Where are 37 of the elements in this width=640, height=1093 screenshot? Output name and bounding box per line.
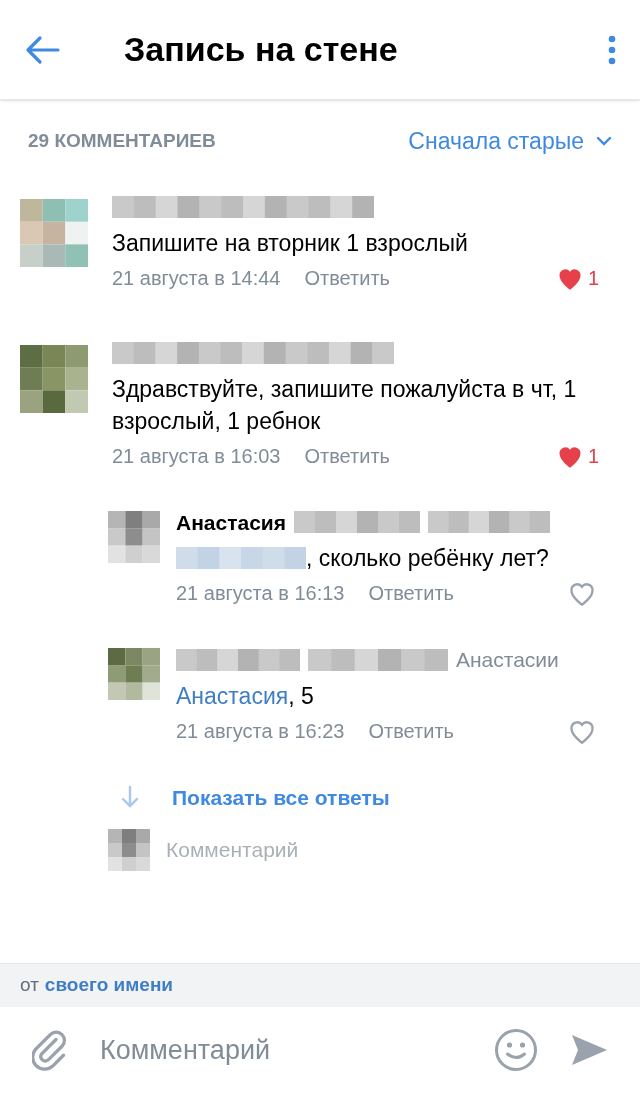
chevron-down-icon (596, 136, 612, 147)
reply-input-field[interactable]: Комментарий (166, 834, 437, 866)
avatar (20, 344, 88, 413)
comment-text: , 5 (288, 681, 314, 711)
comment-input-field[interactable]: Комментарий (100, 1029, 494, 1071)
comment-count: 29 КОММЕНТАРИЕВ (28, 129, 216, 153)
avatar (108, 510, 160, 563)
reply-link[interactable]: Ответить (304, 262, 390, 293)
comment-time: 21 августа в 14:44 (112, 265, 281, 291)
more-icon[interactable] (608, 34, 616, 65)
comment-time: 21 августа в 16:13 (176, 581, 345, 606)
comment-time: 21 августа в 16:23 (176, 718, 345, 744)
reply-link[interactable]: Ответить (368, 578, 454, 608)
show-all-replies-link[interactable]: Показать все ответы (172, 781, 390, 813)
like-count: 1 (588, 443, 601, 469)
author-name[interactable]: Анастасия (176, 506, 286, 538)
reply-to-name: Анастасии (456, 647, 559, 673)
arrow-down-icon (120, 785, 140, 810)
author-selector-link[interactable]: своего имени (44, 971, 174, 1000)
reply-link[interactable]: Ответить (304, 440, 390, 471)
reply-link[interactable]: Ответить (368, 715, 454, 746)
like-count: 1 (588, 265, 601, 291)
author-label: от (20, 973, 39, 998)
paperclip-icon[interactable] (32, 1029, 68, 1071)
comment-text: Запишите на вторник 1 взрослый (112, 228, 468, 258)
smiley-icon[interactable] (494, 1028, 538, 1072)
page-title: Запись на стене (124, 29, 398, 70)
mention-link[interactable]: Анастасия (176, 679, 289, 712)
heart-icon[interactable] (568, 580, 596, 606)
comment-time: 21 августа в 16:03 (112, 443, 281, 469)
back-icon[interactable] (24, 34, 60, 65)
comment-text: , сколько ребёнку лет? (306, 544, 549, 573)
comment-text: Здравствуйте, запишите пожалуйста в чт, 1 взрослый, 1 ребнок (112, 374, 578, 436)
sort-dropdown[interactable]: Сначала старые (408, 124, 612, 159)
avatar (20, 198, 88, 267)
avatar (108, 648, 160, 700)
avatar (108, 829, 150, 871)
